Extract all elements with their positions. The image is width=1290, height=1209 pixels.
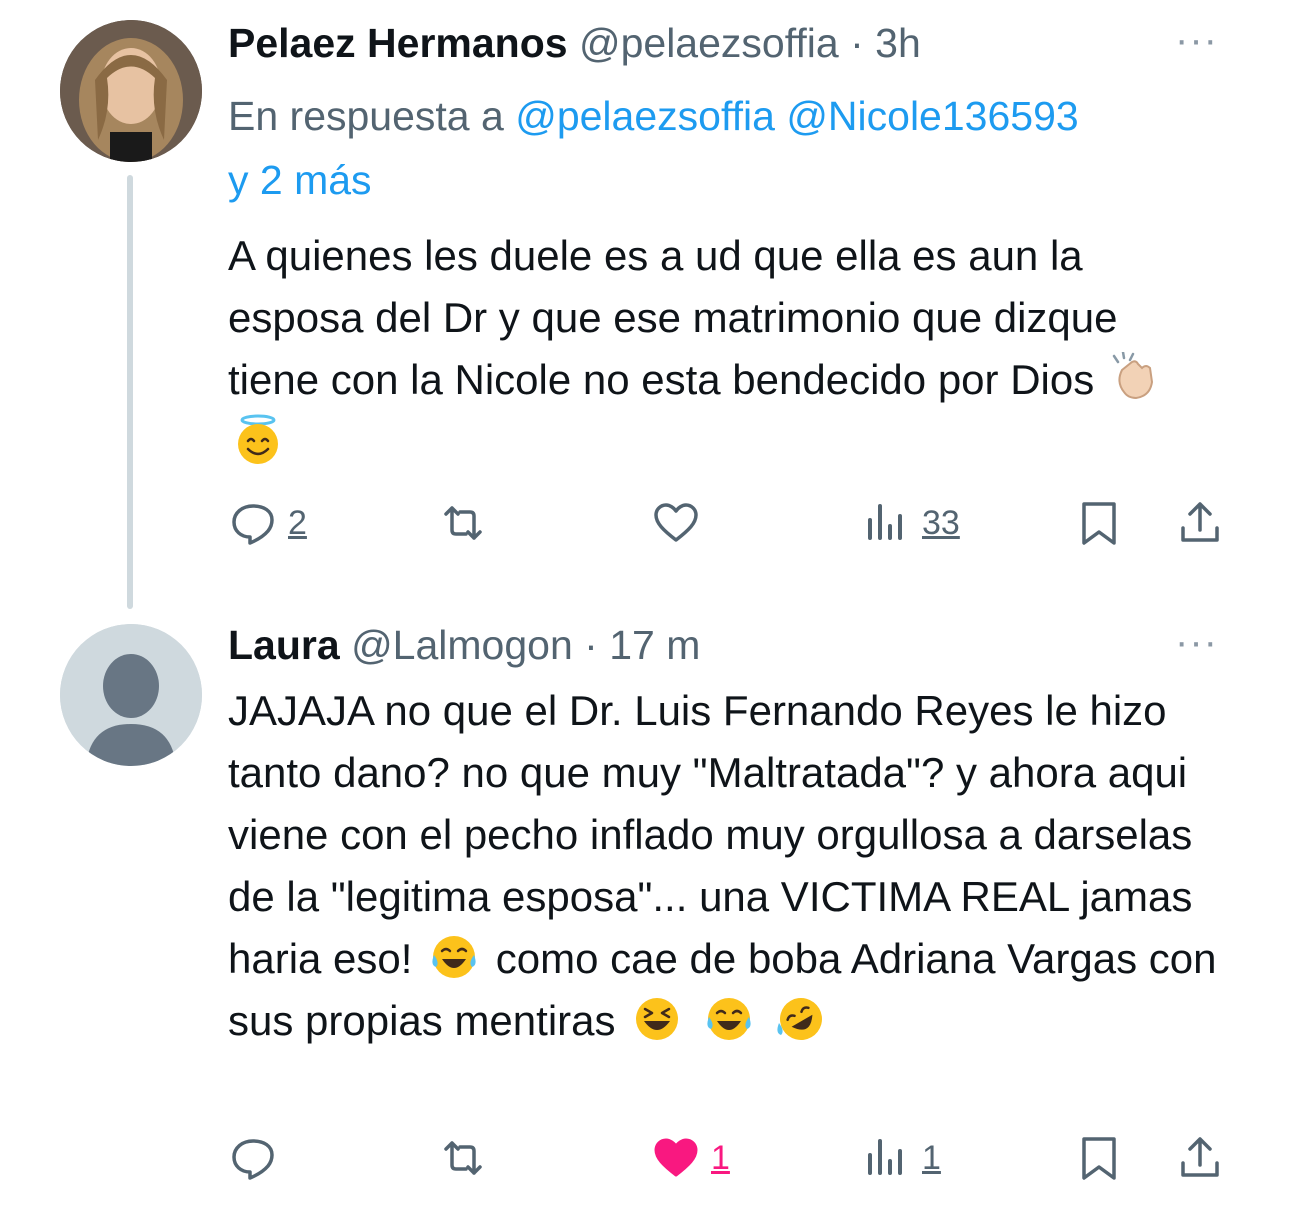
views-count: 1 [922,1138,941,1177]
heart-icon [654,1138,698,1177]
grinning-squinting-face-icon [636,998,679,1040]
retweet-icon [444,1141,482,1175]
separator-dot: · [584,622,598,668]
like-button[interactable]: 1 [651,1128,730,1188]
tweet-2-content: Laura @Lalmogon · 17 m ··· JAJAJA no que… [0,0,1290,1209]
speech-bubble-icon [232,1139,274,1180]
share-button[interactable] [1175,1128,1225,1188]
bookmark-button[interactable] [1074,1128,1124,1188]
reply-button[interactable] [228,1128,288,1188]
views-button[interactable]: 1 [862,1128,941,1188]
bar-chart-icon [868,1139,902,1175]
action-bar: 1 1 [0,1128,1290,1188]
bookmark-icon [1082,1137,1116,1180]
retweet-button[interactable] [438,1128,498,1188]
author-handle[interactable]: @Lalmogon [351,622,573,668]
author-name[interactable]: Laura [228,622,340,668]
timestamp[interactable]: 17 m [609,622,700,668]
more-dots-icon[interactable]: ··· [1175,620,1218,665]
share-icon [1181,1137,1219,1177]
tweet-text: JAJAJA no que el Dr. Luis Fernando Reyes… [228,680,1218,1052]
tweet-header: Laura @Lalmogon · 17 m [228,620,1170,670]
like-count: 1 [711,1138,730,1177]
rolling-on-the-floor-laughing-icon [776,998,822,1040]
face-with-tears-of-joy-icon [432,936,476,978]
face-with-tears-of-joy-icon [707,998,751,1040]
